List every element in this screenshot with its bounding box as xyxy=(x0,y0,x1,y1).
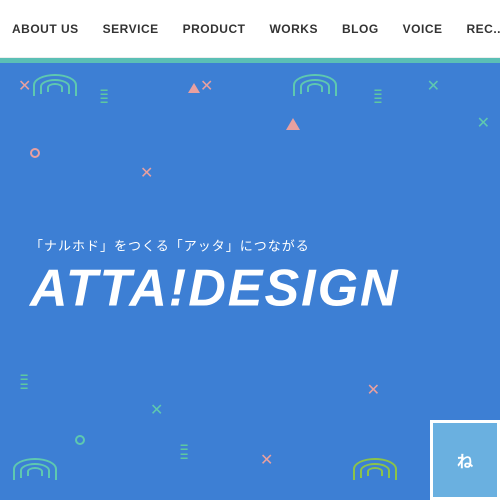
hero-section: ✕ ✕ ✕ ✕ ✕ ✕ ✕ ✕ == == == == xyxy=(0,58,500,500)
circle-deco-2 xyxy=(75,435,85,445)
triangle-deco-1 xyxy=(286,118,300,130)
x-deco-4: ✕ xyxy=(140,163,153,183)
hero-subtitle: 「ナルホド」をつくる「アッタ」につながる xyxy=(30,236,400,255)
eq-deco-2: == xyxy=(20,373,26,390)
arc-deco-2 xyxy=(10,450,60,480)
x-deco-1: ✕ xyxy=(18,76,31,96)
nav-item-product[interactable]: PRODUCT xyxy=(181,18,248,40)
x-deco-2: ✕ xyxy=(200,76,213,96)
circle-deco-1 xyxy=(30,148,40,158)
triangle-deco-2 xyxy=(188,83,200,93)
nav-item-voice[interactable]: VOICE xyxy=(401,18,445,40)
eq-deco-4: == xyxy=(374,88,380,105)
arc-deco-1 xyxy=(30,66,80,96)
eq-deco-1: == xyxy=(100,88,106,105)
nav-item-about[interactable]: ABOUT US xyxy=(10,18,81,40)
nav-item-works[interactable]: WORKS xyxy=(267,18,320,40)
arc-deco-3 xyxy=(350,450,400,480)
eq-deco-3: == xyxy=(180,443,186,460)
hero-title: ATTA!DESiGN xyxy=(30,263,400,315)
x-deco-8: ✕ xyxy=(367,380,380,400)
x-deco-5: ✕ xyxy=(150,400,163,420)
hero-content: 「ナルホド」をつくる「アッタ」につながる ATTA!DESiGN xyxy=(30,236,400,315)
nav-item-blog[interactable]: BLOG xyxy=(340,18,381,40)
nav-item-rec[interactable]: REC... xyxy=(465,18,500,40)
x-deco-6: ✕ xyxy=(260,450,273,470)
cta-button[interactable]: ね xyxy=(430,420,500,500)
cta-button-label: ね xyxy=(457,448,473,472)
top-deco-bar xyxy=(0,58,500,63)
x-deco-3: ✕ xyxy=(427,76,440,96)
arc-deco-4 xyxy=(290,66,340,96)
x-deco-7: ✕ xyxy=(477,113,490,133)
navbar: ABOUT US SERVICE PRODUCT WORKS BLOG VOIC… xyxy=(0,0,500,58)
nav-item-service[interactable]: SERVICE xyxy=(101,18,161,40)
